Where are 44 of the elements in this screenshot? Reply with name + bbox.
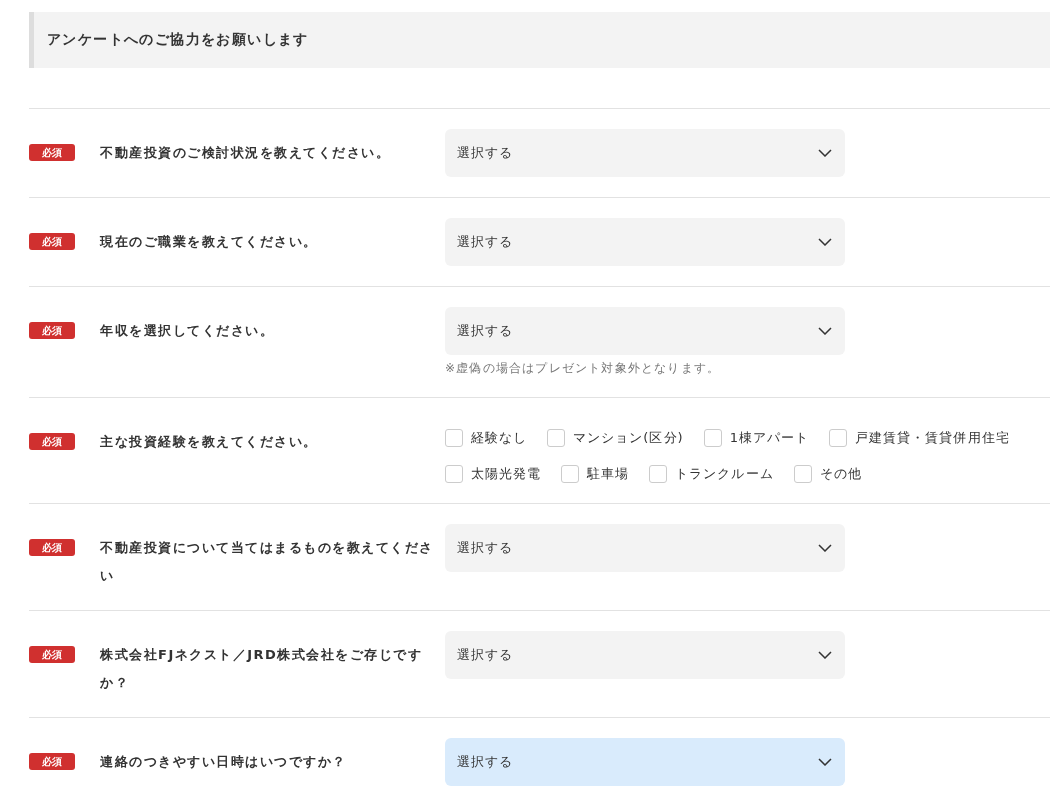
- question-label: 現在のご職業を教えてください。: [100, 233, 319, 251]
- checkbox-label[interactable]: 戸建賃貸・賃貸併用住宅: [855, 429, 1010, 447]
- required-badge: 必須: [29, 322, 75, 339]
- question-label: 不動産投資について当てはまるものを教えてください: [100, 539, 435, 585]
- checkbox[interactable]: [445, 465, 463, 483]
- checkbox[interactable]: [703, 429, 722, 447]
- checkbox[interactable]: [649, 465, 668, 483]
- required-badge: 必須: [29, 233, 75, 250]
- checkbox-label[interactable]: トランクルーム: [675, 465, 774, 483]
- dropdown-select[interactable]: 選択する: [445, 129, 845, 177]
- checkbox[interactable]: [547, 429, 566, 447]
- note-text: ※虚偽の場合はプレゼント対象外となります。: [445, 360, 722, 377]
- checkbox[interactable]: [445, 429, 463, 447]
- chevron-down-icon: [818, 544, 832, 552]
- question-label: 年収を選択してください。: [100, 322, 275, 340]
- required-badge: 必須: [29, 144, 75, 161]
- required-badge: 必須: [29, 433, 75, 450]
- question-label: 不動産投資のご検討状況を教えてください。: [100, 144, 391, 162]
- dropdown-select[interactable]: 選択する: [445, 631, 845, 679]
- chevron-down-icon: [818, 651, 832, 659]
- dropdown-select[interactable]: 選択する: [445, 738, 845, 786]
- chevron-down-icon: [818, 149, 832, 157]
- dropdown-select[interactable]: 選択する: [445, 218, 845, 266]
- chevron-down-icon: [818, 238, 832, 246]
- checkbox-label[interactable]: 経験なし: [471, 429, 528, 447]
- question-label: 株式会社FJネクスト／JRD株式会社をご存じですか？: [100, 646, 424, 692]
- checkbox[interactable]: [829, 429, 848, 447]
- required-badge: 必須: [29, 646, 75, 663]
- dropdown-select[interactable]: 選択する: [445, 307, 845, 355]
- required-badge: 必須: [29, 539, 75, 556]
- checkbox-label[interactable]: マンション(区分): [573, 429, 684, 447]
- chevron-down-icon: [818, 758, 832, 766]
- chevron-down-icon: [818, 327, 832, 335]
- checkbox-label[interactable]: その他: [819, 465, 862, 483]
- required-badge: 必須: [29, 753, 75, 770]
- checkbox[interactable]: [561, 465, 580, 483]
- checkbox[interactable]: [793, 465, 812, 483]
- checkbox-label[interactable]: 1棟アパート: [729, 429, 810, 447]
- dropdown-select[interactable]: 選択する: [445, 524, 845, 572]
- section-heading: アンケートへのご協力をお願いします: [29, 12, 1050, 68]
- checkbox-label[interactable]: 太陽光発電: [471, 465, 542, 483]
- checkbox-label[interactable]: 駐車場: [587, 465, 630, 483]
- question-label: 主な投資経験を教えてください。: [100, 433, 319, 451]
- question-label: 連絡のつきやすい日時はいつですか？: [100, 753, 348, 771]
